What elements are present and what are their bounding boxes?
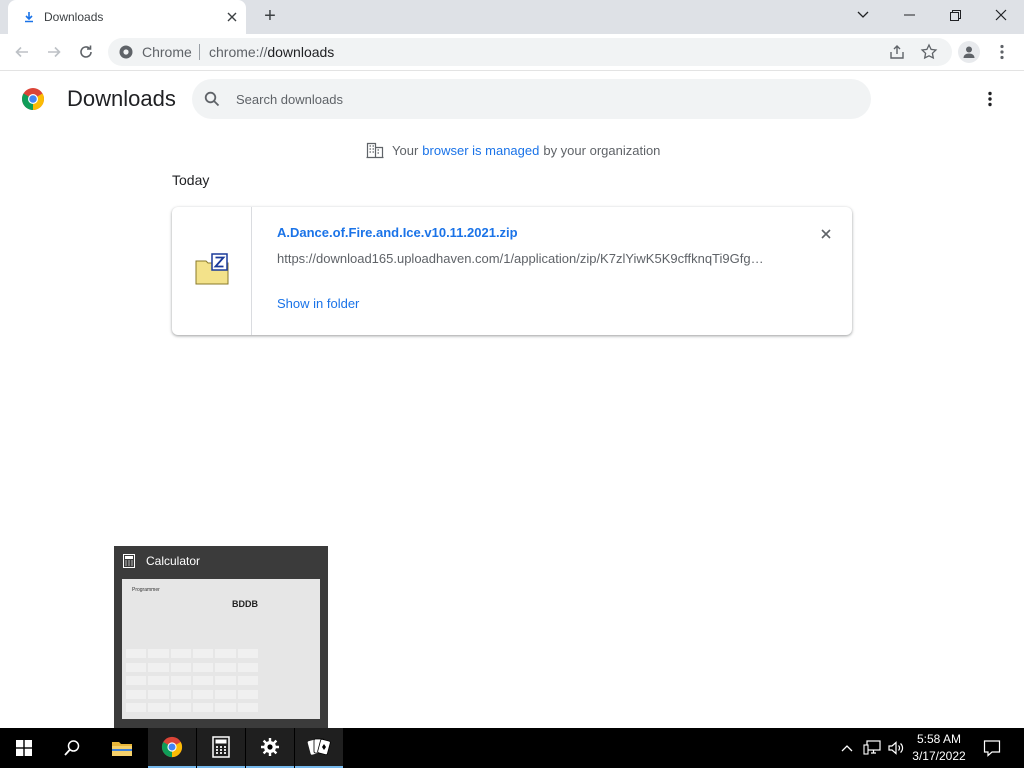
url-scheme: chrome:// [209,44,268,60]
search-icon [204,91,220,107]
browser-managed-link[interactable]: browser is managed [422,143,539,158]
taskbar-search-icon[interactable] [48,728,96,768]
profile-avatar-icon[interactable] [958,41,980,63]
show-in-folder-link[interactable]: Show in folder [277,296,359,311]
browser-toolbar: Chrome chrome://downloads [0,34,1024,71]
share-icon[interactable] [888,43,906,61]
action-center-notification-icon[interactable] [978,728,1006,768]
search-downloads-input[interactable] [236,89,836,109]
tab-title: Downloads [44,10,104,24]
minimize-button[interactable] [886,0,932,30]
taskbar-chrome-icon[interactable] [148,728,196,768]
building-icon [366,142,384,159]
chrome-logo-icon [22,88,44,110]
download-item-card: A.Dance.of.Fire.and.Ice.v10.11.2021.zip … [172,207,852,335]
page-title: Downloads [67,86,176,111]
start-windows-icon[interactable] [0,728,48,768]
windows-taskbar: 5:58 AM 3/17/2022 [0,728,1024,768]
download-source-url[interactable]: https://download165.uploadhaven.com/1/ap… [277,251,777,266]
calculator-taskbar-preview[interactable]: Calculator Programmer BDDB [114,546,328,728]
zip-file-icon [195,253,229,285]
taskbar-settings-gear-icon[interactable] [246,728,294,768]
calculator-window-preview: Programmer BDDB [122,579,320,719]
bookmark-star-icon[interactable] [920,43,938,61]
taskbar-clock[interactable]: 5:58 AM 3/17/2022 [905,731,973,765]
tab-downloads[interactable]: Downloads [8,0,246,34]
managed-notice: Your browser is managed by your organiza… [366,140,660,160]
clock-time: 5:58 AM [916,732,962,746]
omnibox-chip-label: Chrome [142,44,192,60]
browser-menu-icon[interactable] [992,41,1012,63]
volume-speaker-icon[interactable] [885,728,907,768]
search-downloads-box[interactable] [192,79,871,119]
forward-arrow-icon[interactable] [41,39,67,65]
network-icon[interactable] [861,728,883,768]
managed-suffix: by your organization [543,142,661,158]
new-tab-button[interactable]: + [259,5,281,27]
tab-close-icon[interactable] [224,9,240,25]
remove-download-close-icon[interactable] [817,225,835,243]
date-heading: Today [172,172,210,188]
more-actions-icon[interactable] [980,89,1000,109]
tab-strip: Downloads + [0,0,1024,34]
back-arrow-icon[interactable] [9,39,35,65]
preview-mode-label: Programmer [132,587,160,593]
preview-window-title: Calculator [146,554,201,568]
calculator-icon [123,554,135,568]
close-window-button[interactable] [978,0,1024,30]
download-file-name[interactable]: A.Dance.of.Fire.and.Ice.v10.11.2021.zip [277,225,518,240]
chrome-site-icon [119,45,133,59]
show-hidden-icons-chevron-icon[interactable] [838,728,856,768]
reload-icon[interactable] [73,39,99,65]
preview-keypad [126,649,258,715]
omnibox-divider [199,44,200,60]
taskbar-solitaire-cards-icon[interactable] [295,728,343,768]
managed-prefix: Your [392,142,419,158]
file-icon-column [172,207,252,335]
file-explorer-folder-icon[interactable] [98,728,146,768]
preview-display-value: BDDB [232,599,258,609]
clock-date: 3/17/2022 [912,749,966,763]
url-text[interactable]: chrome://downloads [209,44,334,60]
tab-search-chevron-icon[interactable] [840,0,886,30]
download-icon [22,10,36,24]
url-path: downloads [267,44,335,60]
address-bar[interactable]: Chrome chrome://downloads [108,38,952,66]
restore-button[interactable] [932,0,978,30]
taskbar-calculator-icon[interactable] [197,728,245,768]
